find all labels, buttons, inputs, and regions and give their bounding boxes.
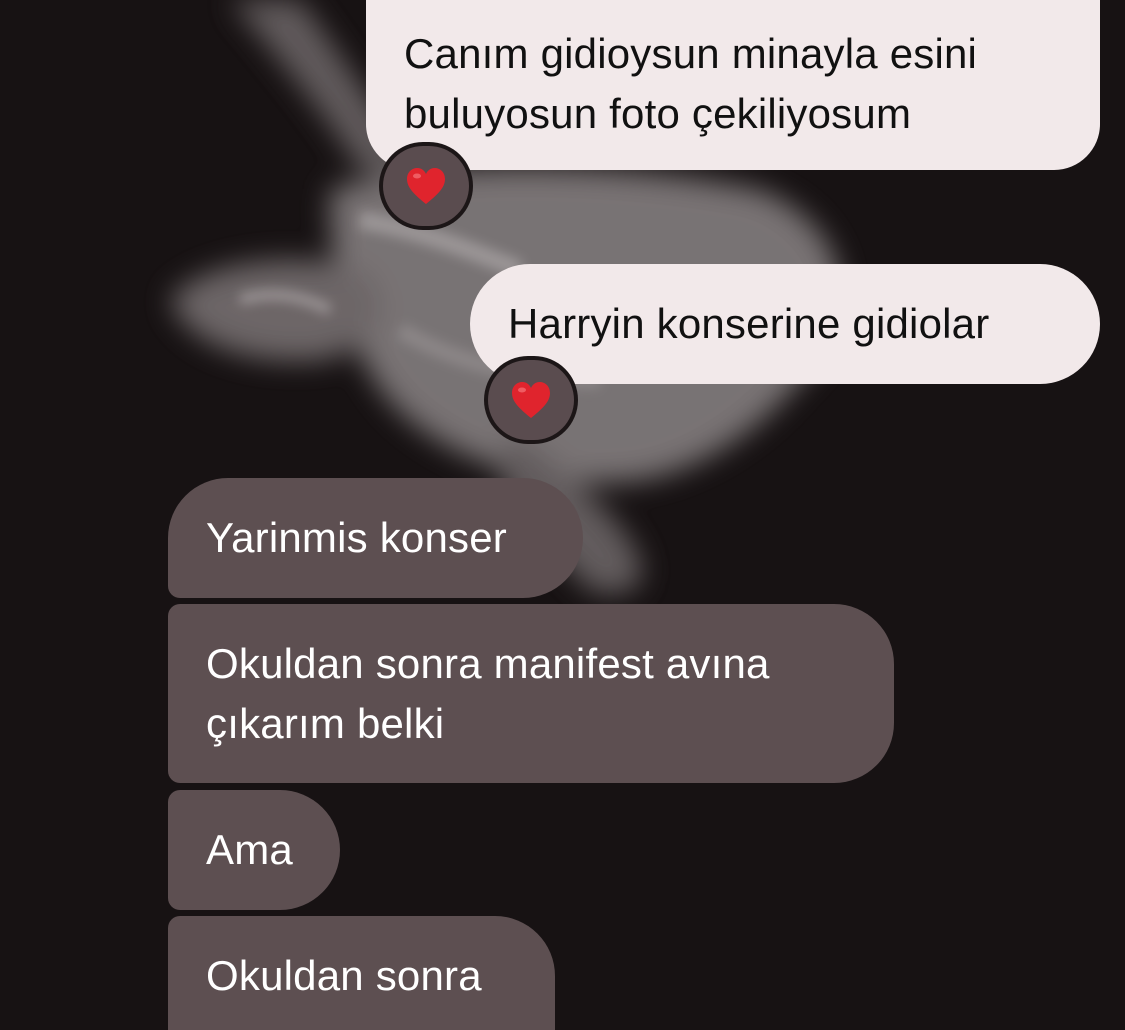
message-thread[interactable]: Canım gidioysun minayla esini buluyosun … <box>0 0 1125 1030</box>
message-text-line: Canım gidioysun minayla esini <box>404 30 978 77</box>
received-message-bubble[interactable]: Yarinmis konser <box>168 478 583 598</box>
message-reaction[interactable] <box>488 360 574 440</box>
message-text-line: Okuldan sonra <box>206 952 482 999</box>
received-message-bubble[interactable]: Okuldan sonra <box>168 916 555 1030</box>
heart-reaction-icon <box>407 168 445 204</box>
message-text-line: Okuldan sonra manifest avına <box>206 640 770 687</box>
heart-reaction-icon <box>512 382 550 418</box>
message-text-line: Yarinmis konser <box>206 514 507 561</box>
received-message-bubble[interactable]: Ama <box>168 790 340 910</box>
message-text-line: buluyosun foto çekiliyosum <box>404 90 912 137</box>
sent-message-bubble[interactable]: Harryin konserine gidiolar <box>470 264 1100 384</box>
message-text-line: Harryin konserine gidiolar <box>508 300 990 347</box>
sent-message-bubble[interactable]: Canım gidioysun minayla esini buluyosun … <box>366 0 1100 170</box>
received-message-bubble[interactable]: Okuldan sonra manifest avına çıkarım bel… <box>168 604 894 783</box>
message-text-line: Ama <box>206 826 293 873</box>
message-text-line: çıkarım belki <box>206 700 445 747</box>
message-reaction[interactable] <box>383 146 469 226</box>
